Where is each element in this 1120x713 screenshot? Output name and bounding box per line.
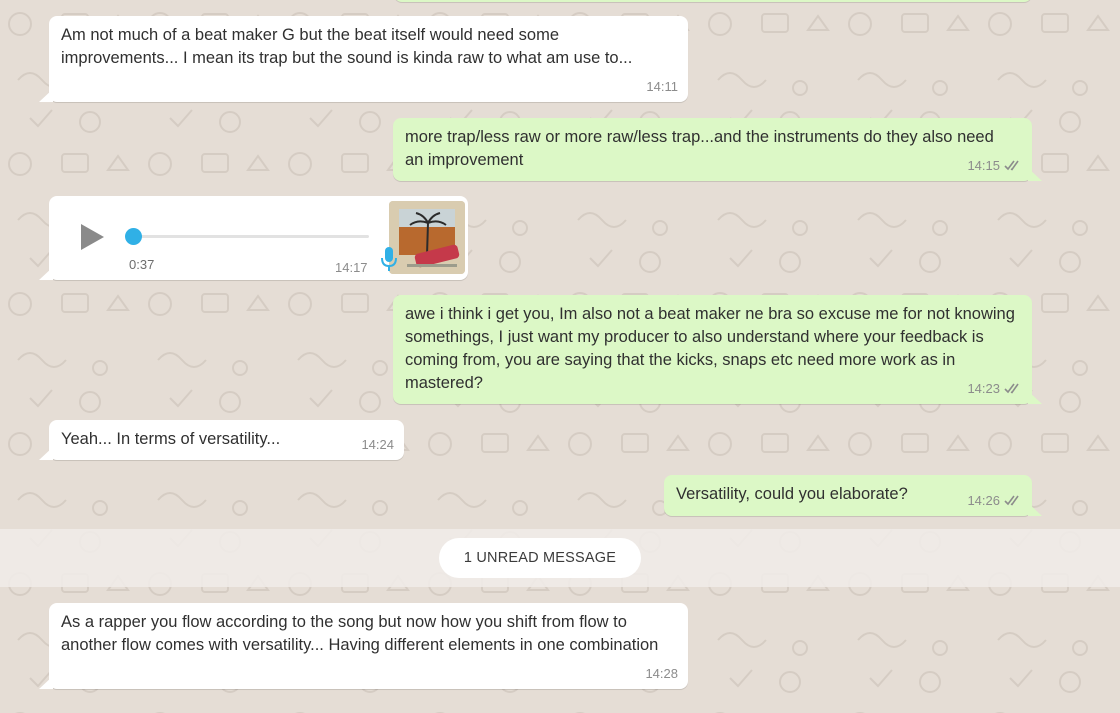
message-time: 14:11	[646, 79, 678, 94]
incoming-message-2[interactable]: Yeah... In terms of versatility... 14:24	[39, 420, 404, 460]
message-text: more trap/less raw or more raw/less trap…	[405, 128, 999, 169]
message-time: 14:15	[967, 158, 1000, 173]
top-partial-bubble	[394, 0, 1032, 2]
message-time: 14:28	[645, 666, 678, 681]
voice-duration: 0:37	[129, 257, 155, 272]
double-check-icon	[1004, 160, 1019, 171]
play-icon[interactable]	[79, 223, 105, 251]
microphone-icon	[381, 247, 397, 271]
outgoing-message-1[interactable]: more trap/less raw or more raw/less trap…	[393, 118, 1042, 181]
message-time: 14:17	[335, 260, 368, 275]
incoming-message-3[interactable]: As a rapper you flow according to the so…	[39, 603, 688, 689]
message-time: 14:23	[967, 381, 1000, 396]
unread-messages-badge: 1 UNREAD MESSAGE	[439, 538, 641, 578]
message-text: Am not much of a beat maker G but the be…	[61, 26, 633, 67]
message-time: 14:24	[361, 437, 394, 452]
double-check-icon	[1004, 383, 1019, 394]
incoming-message-1[interactable]: Am not much of a beat maker G but the be…	[39, 16, 688, 102]
message-text: awe i think i get you, Im also not a bea…	[405, 305, 1020, 392]
message-text: Yeah... In terms of versatility...	[61, 430, 281, 448]
unread-divider: 1 UNREAD MESSAGE	[0, 529, 1120, 587]
voice-progress-track[interactable]	[132, 235, 369, 238]
voice-progress-knob[interactable]	[125, 228, 142, 245]
message-time: 14:26	[967, 493, 1000, 508]
double-check-icon	[1004, 495, 1019, 506]
voice-sender-thumbnail	[389, 201, 465, 274]
message-text: As a rapper you flow according to the so…	[61, 613, 659, 654]
outgoing-message-2[interactable]: awe i think i get you, Im also not a bea…	[393, 295, 1042, 404]
outgoing-message-3[interactable]: Versatility, could you elaborate? 14:26	[664, 475, 1042, 516]
